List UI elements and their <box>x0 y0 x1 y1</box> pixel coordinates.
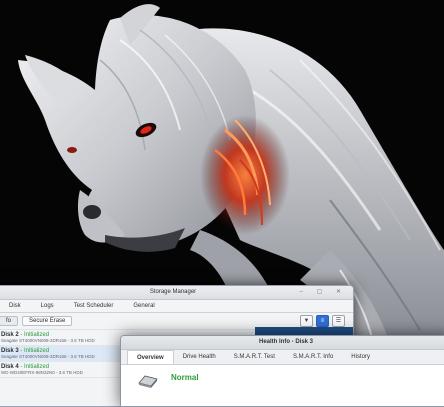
health-info-window: Health Info - Disk 3 Overview Drive Heal… <box>120 335 444 407</box>
tab-logs[interactable]: Logs <box>31 300 64 312</box>
storage-manager-tabs: Disk Logs Test Scheduler General <box>0 300 353 313</box>
list-view-icon[interactable]: ≡ <box>316 315 329 327</box>
tab-overview[interactable]: Overview <box>127 350 174 364</box>
filter-icon[interactable]: ▼ <box>300 315 313 327</box>
health-info-tabs: Overview Drive Health S.M.A.R.T. Test S.… <box>121 350 444 365</box>
tab-disk[interactable]: Disk <box>0 300 31 312</box>
window-controls[interactable]: – ▢ ✕ <box>300 286 347 299</box>
tab-smart-info[interactable]: S.M.A.R.T. Info <box>284 350 342 364</box>
tab-smart-test[interactable]: S.M.A.R.T. Test <box>225 350 284 364</box>
grid-view-icon[interactable]: ☰ <box>332 315 345 327</box>
secure-erase-button[interactable]: Secure Erase <box>22 316 73 326</box>
health-info-body: Normal <box>121 365 444 406</box>
tab-general[interactable]: General <box>123 300 164 312</box>
health-info-title: Health Info - Disk 3 <box>121 336 444 350</box>
tab-test-scheduler[interactable]: Test Scheduler <box>64 300 124 312</box>
info-button[interactable]: fo <box>0 316 19 326</box>
hard-drive-icon <box>138 375 158 388</box>
tab-drive-health[interactable]: Drive Health <box>174 350 225 364</box>
tab-history[interactable]: History <box>342 350 379 364</box>
health-status: Normal <box>171 373 199 382</box>
storage-manager-titlebar: Storage Manager – ▢ ✕ <box>0 286 353 300</box>
storage-manager-title: Storage Manager <box>149 289 197 295</box>
